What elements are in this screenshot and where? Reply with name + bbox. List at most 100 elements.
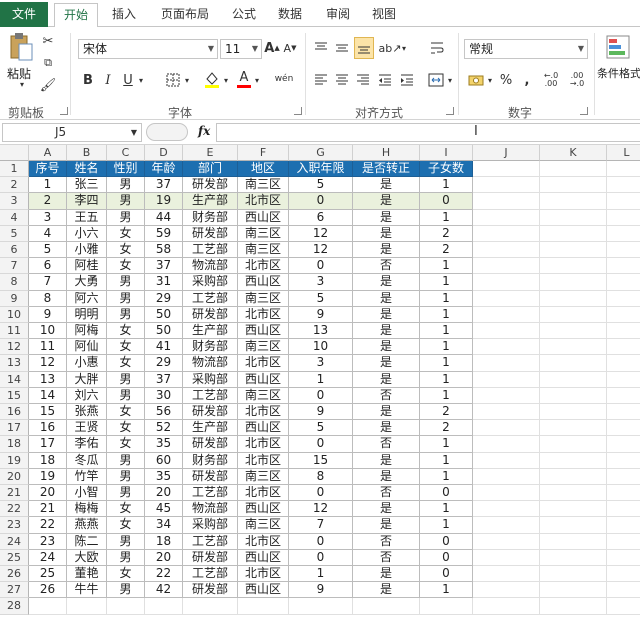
table-cell[interactable]: 56 [145, 404, 183, 421]
table-cell[interactable]: 1 [420, 209, 473, 226]
table-cell[interactable]: 采购部 [183, 274, 238, 291]
table-cell[interactable]: 男 [107, 274, 145, 291]
row-header-6[interactable]: 6 [0, 242, 29, 259]
empty-cell[interactable] [540, 566, 607, 583]
table-cell[interactable]: 3 [289, 274, 353, 291]
table-cell[interactable]: 8 [29, 290, 67, 307]
empty-cell[interactable] [473, 566, 540, 583]
row-header-16[interactable]: 16 [0, 404, 29, 421]
empty-cell[interactable] [607, 501, 640, 518]
empty-cell[interactable] [540, 598, 607, 615]
empty-cell[interactable] [607, 388, 640, 404]
table-cell[interactable]: 20 [145, 485, 183, 502]
chevron-down-icon[interactable]: ▾ [18, 79, 26, 89]
table-cell[interactable]: 1 [420, 339, 473, 356]
row-header-5[interactable]: 5 [0, 225, 29, 242]
empty-cell[interactable] [473, 274, 540, 291]
table-cell[interactable]: 是 [353, 323, 420, 340]
table-cell[interactable]: 45 [145, 501, 183, 518]
table-cell[interactable]: 15 [289, 452, 353, 469]
column-header-d[interactable]: D [145, 145, 183, 161]
empty-cell[interactable] [289, 598, 353, 615]
table-cell[interactable]: 18 [29, 452, 67, 469]
table-cell[interactable]: 物流部 [183, 501, 238, 518]
table-cell[interactable]: 6 [29, 258, 67, 275]
empty-cell[interactable] [540, 533, 607, 550]
empty-cell[interactable] [473, 177, 540, 194]
empty-cell[interactable] [540, 404, 607, 421]
table-cell[interactable]: 18 [145, 533, 183, 550]
table-cell[interactable]: 研发部 [183, 582, 238, 599]
table-cell[interactable]: 0 [289, 549, 353, 566]
merge-center-icon[interactable] [426, 71, 446, 89]
decrease-indent-icon[interactable] [376, 71, 394, 89]
table-cell[interactable]: 15 [29, 404, 67, 421]
empty-cell[interactable] [607, 242, 640, 259]
table-cell[interactable]: 梅梅 [67, 501, 107, 518]
empty-cell[interactable] [607, 323, 640, 340]
tab-review[interactable]: 审阅 [318, 3, 358, 27]
empty-cell[interactable] [540, 193, 607, 210]
table-cell[interactable]: 北市区 [238, 193, 289, 210]
table-cell[interactable]: 西山区 [238, 209, 289, 226]
table-cell[interactable]: 女 [107, 404, 145, 421]
table-cell[interactable]: 南三区 [238, 517, 289, 534]
table-header-cell[interactable]: 部门 [183, 161, 238, 178]
table-cell[interactable]: 6 [289, 209, 353, 226]
column-header-b[interactable]: B [67, 145, 107, 161]
number-format-combo[interactable]: 常规 ▼ [464, 39, 588, 59]
table-header-cell[interactable]: 序号 [29, 161, 67, 178]
table-cell[interactable]: 31 [145, 274, 183, 291]
empty-cell[interactable] [607, 550, 640, 566]
table-cell[interactable]: 南三区 [238, 177, 289, 194]
table-cell[interactable]: 西山区 [238, 582, 289, 599]
empty-cell[interactable] [540, 209, 607, 226]
table-cell[interactable]: 1 [420, 306, 473, 323]
table-cell[interactable]: 是 [353, 566, 420, 583]
format-painter-icon[interactable]: 🖌 [40, 77, 57, 93]
empty-cell[interactable] [540, 306, 607, 323]
table-cell[interactable]: 女 [107, 355, 145, 372]
row-header-14[interactable]: 14 [0, 371, 29, 388]
table-cell[interactable]: 南三区 [238, 339, 289, 356]
table-cell[interactable]: 女 [107, 242, 145, 259]
table-cell[interactable]: 14 [29, 387, 67, 404]
table-cell[interactable]: 男 [107, 452, 145, 469]
table-cell[interactable]: 22 [29, 517, 67, 534]
table-cell[interactable]: 42 [145, 582, 183, 599]
column-header-a[interactable]: A [29, 145, 67, 161]
table-cell[interactable]: 0 [289, 485, 353, 502]
empty-cell[interactable] [67, 598, 107, 615]
empty-cell[interactable] [607, 372, 640, 388]
table-cell[interactable]: 男 [107, 485, 145, 502]
table-cell[interactable]: 1 [420, 452, 473, 469]
table-cell[interactable]: 0 [420, 533, 473, 550]
table-cell[interactable]: 否 [353, 387, 420, 404]
table-cell[interactable]: 北市区 [238, 436, 289, 453]
table-cell[interactable]: 否 [353, 258, 420, 275]
formula-bar-toggle[interactable] [146, 123, 188, 141]
phonetic-guide-icon[interactable]: wén [270, 69, 298, 89]
table-cell[interactable]: 研发部 [183, 306, 238, 323]
table-cell[interactable]: 12 [289, 242, 353, 259]
insert-function-button[interactable]: fx [198, 124, 210, 138]
table-cell[interactable]: 3 [29, 209, 67, 226]
tab-data[interactable]: 数据 [270, 3, 310, 27]
table-cell[interactable]: 2 [29, 193, 67, 210]
table-cell[interactable]: 25 [29, 566, 67, 583]
row-header-25[interactable]: 25 [0, 549, 29, 566]
fill-color-icon[interactable] [203, 69, 221, 89]
table-cell[interactable]: 北市区 [238, 566, 289, 583]
table-cell[interactable]: 22 [145, 566, 183, 583]
table-cell[interactable]: 西山区 [238, 420, 289, 437]
table-cell[interactable]: 26 [29, 582, 67, 599]
row-header-2[interactable]: 2 [0, 177, 29, 194]
table-cell[interactable]: 女 [107, 436, 145, 453]
table-cell[interactable]: 男 [107, 306, 145, 323]
empty-cell[interactable] [473, 501, 540, 518]
table-cell[interactable]: 生产部 [183, 420, 238, 437]
table-header-cell[interactable]: 性别 [107, 161, 145, 178]
table-cell[interactable]: 南三区 [238, 225, 289, 242]
align-middle-icon[interactable] [333, 39, 351, 57]
table-cell[interactable]: 2 [420, 404, 473, 421]
